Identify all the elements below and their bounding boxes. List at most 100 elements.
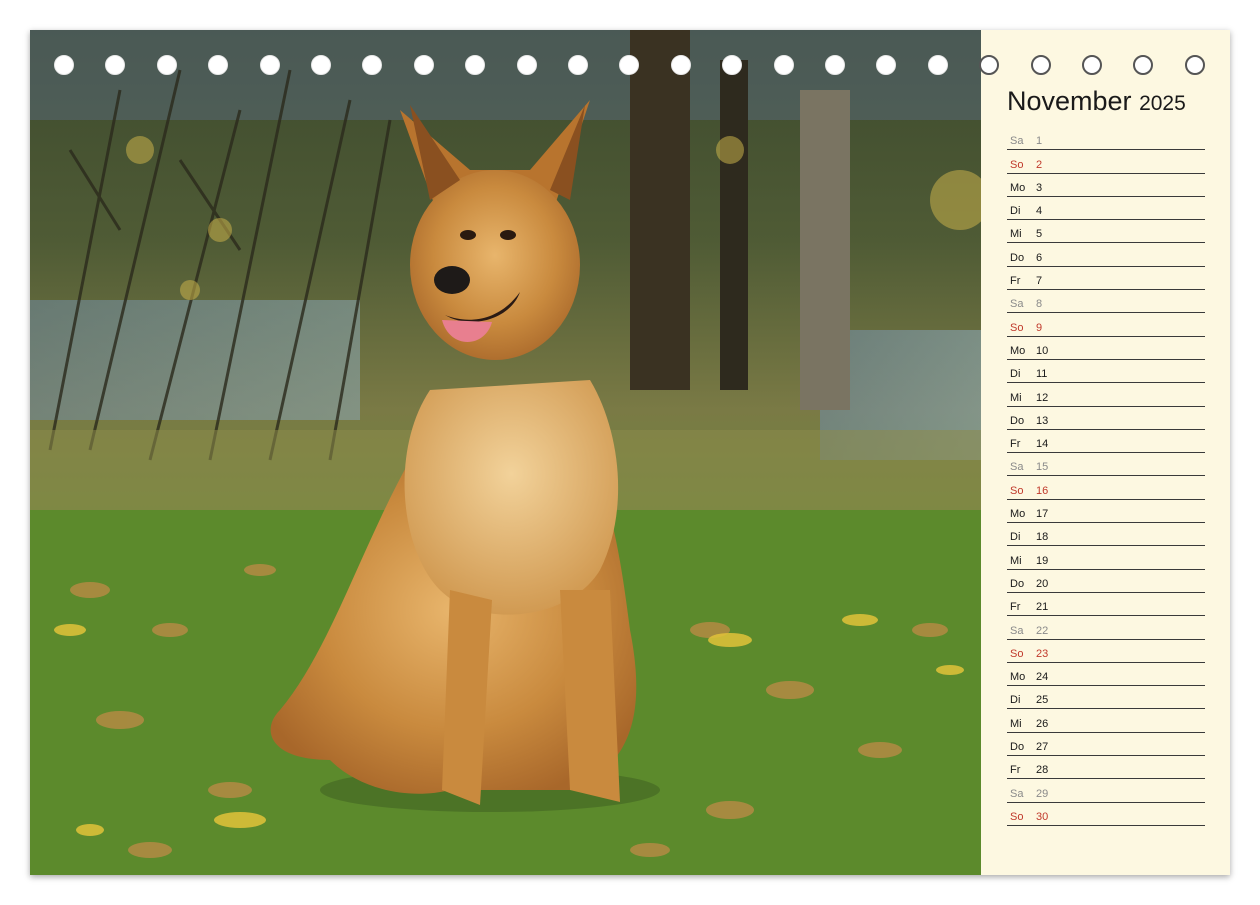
binding-hole: [156, 55, 177, 75]
binding-holes: [30, 55, 1230, 79]
binding-hole: [259, 55, 280, 75]
day-name: Do: [1010, 251, 1025, 264]
day-row: Sa 1: [1007, 128, 1205, 151]
binding-hole: [54, 55, 74, 75]
binding-hole: [927, 55, 948, 75]
month-title: November 2025: [1007, 86, 1186, 117]
binding-hole: [1133, 55, 1154, 75]
day-row: Di 25: [1007, 687, 1205, 710]
day-row: Sa 22: [1007, 617, 1205, 640]
day-number: 5: [1036, 228, 1043, 241]
day-row: Fr 28: [1007, 757, 1205, 780]
day-row: Mi 26: [1007, 710, 1205, 733]
day-number: 14: [1036, 438, 1049, 451]
day-number: 12: [1036, 391, 1049, 404]
day-row: So 23: [1007, 641, 1205, 663]
day-number: 21: [1036, 601, 1049, 614]
day-number: 1: [1036, 135, 1043, 148]
day-row: Di 11: [1007, 361, 1205, 384]
day-number: 4: [1036, 205, 1043, 218]
day-name: Di: [1010, 531, 1021, 544]
day-row: So 16: [1007, 477, 1205, 500]
day-row: Mo 10: [1007, 338, 1205, 360]
day-name: Fr: [1010, 438, 1021, 451]
binding-hole: [619, 55, 640, 75]
day-number: 8: [1036, 298, 1043, 311]
month-name: November: [1007, 86, 1132, 116]
day-name: Mo: [1010, 671, 1026, 684]
day-name: Mo: [1010, 344, 1026, 357]
binding-hole: [1082, 55, 1102, 75]
day-number: 11: [1036, 368, 1048, 381]
day-name: Di: [1010, 694, 1021, 707]
day-number: 28: [1036, 764, 1049, 777]
day-name: Do: [1010, 741, 1025, 754]
day-row: Sa 29: [1007, 780, 1205, 803]
day-name: So: [1010, 158, 1024, 171]
day-name: Mo: [1010, 508, 1026, 521]
day-name: Do: [1010, 577, 1025, 590]
day-name: Mi: [1010, 391, 1022, 404]
binding-hole: [413, 55, 434, 75]
calendar-page: November 2025 Sa 1 So 2 Mo 3 Di 4 Mi 5 Do 6 Fr 7 Sa 8 So…: [30, 30, 1230, 875]
day-row: Mi 12: [1007, 384, 1205, 407]
binding-hole: [979, 55, 1000, 75]
day-number: 25: [1036, 694, 1049, 707]
day-number: 3: [1036, 181, 1043, 194]
binding-hole: [876, 55, 897, 75]
day-number: 22: [1036, 624, 1049, 637]
day-row: Mo 24: [1007, 664, 1205, 687]
day-row: So 9: [1007, 314, 1205, 337]
day-row: Mo 3: [1007, 175, 1205, 197]
day-number: 16: [1036, 484, 1049, 497]
day-row: Do 27: [1007, 734, 1205, 757]
binding-hole: [105, 55, 126, 75]
day-name: So: [1010, 810, 1024, 823]
day-name: Sa: [1010, 298, 1024, 311]
binding-hole: [516, 55, 537, 75]
day-name: Mi: [1010, 717, 1022, 730]
binding-hole: [722, 55, 743, 75]
year-label: 2025: [1139, 92, 1186, 115]
day-number: 7: [1036, 275, 1043, 288]
day-number: 23: [1036, 647, 1049, 660]
calendar-panel: November 2025 Sa 1 So 2 Mo 3 Di 4 Mi 5 Do 6 Fr 7 Sa 8 So…: [981, 30, 1230, 875]
binding-hole: [311, 55, 331, 75]
day-number: 6: [1036, 251, 1043, 264]
day-row: Do 20: [1007, 571, 1205, 593]
day-number: 13: [1036, 414, 1049, 427]
day-list: Sa 1 So 2 Mo 3 Di 4 Mi 5 Do 6 Fr 7 Sa 8 So 9 Mo 10 Di 11 Mi 12 D…: [1007, 128, 1205, 827]
day-number: 10: [1036, 344, 1049, 357]
day-name: Sa: [1010, 135, 1024, 148]
day-row: Do 13: [1007, 408, 1205, 430]
day-name: Mi: [1010, 554, 1022, 567]
day-number: 30: [1036, 810, 1049, 823]
day-name: Mi: [1010, 228, 1022, 241]
day-row: Di 4: [1007, 198, 1205, 221]
day-number: 27: [1036, 741, 1049, 754]
day-row: Sa 15: [1007, 454, 1205, 477]
day-name: So: [1010, 484, 1024, 497]
day-number: 19: [1036, 554, 1049, 567]
day-name: Fr: [1010, 601, 1021, 614]
day-name: Di: [1010, 368, 1021, 381]
day-number: 15: [1036, 461, 1049, 474]
day-name: Do: [1010, 414, 1025, 427]
day-name: Sa: [1010, 461, 1024, 474]
day-name: Sa: [1010, 624, 1024, 637]
day-name: So: [1010, 647, 1024, 660]
day-name: So: [1010, 321, 1024, 334]
calendar-photo: [30, 30, 981, 875]
binding-hole: [465, 55, 486, 75]
day-row: Mi 5: [1007, 221, 1205, 244]
day-row: Do 6: [1007, 244, 1205, 267]
binding-hole: [208, 55, 229, 75]
binding-hole: [670, 55, 691, 75]
day-number: 9: [1036, 321, 1043, 334]
day-row: Mo 17: [1007, 501, 1205, 524]
day-row: So 2: [1007, 151, 1205, 174]
day-name: Fr: [1010, 764, 1021, 777]
day-number: 29: [1036, 787, 1049, 800]
day-name: Fr: [1010, 275, 1021, 288]
day-name: Mo: [1010, 181, 1026, 194]
